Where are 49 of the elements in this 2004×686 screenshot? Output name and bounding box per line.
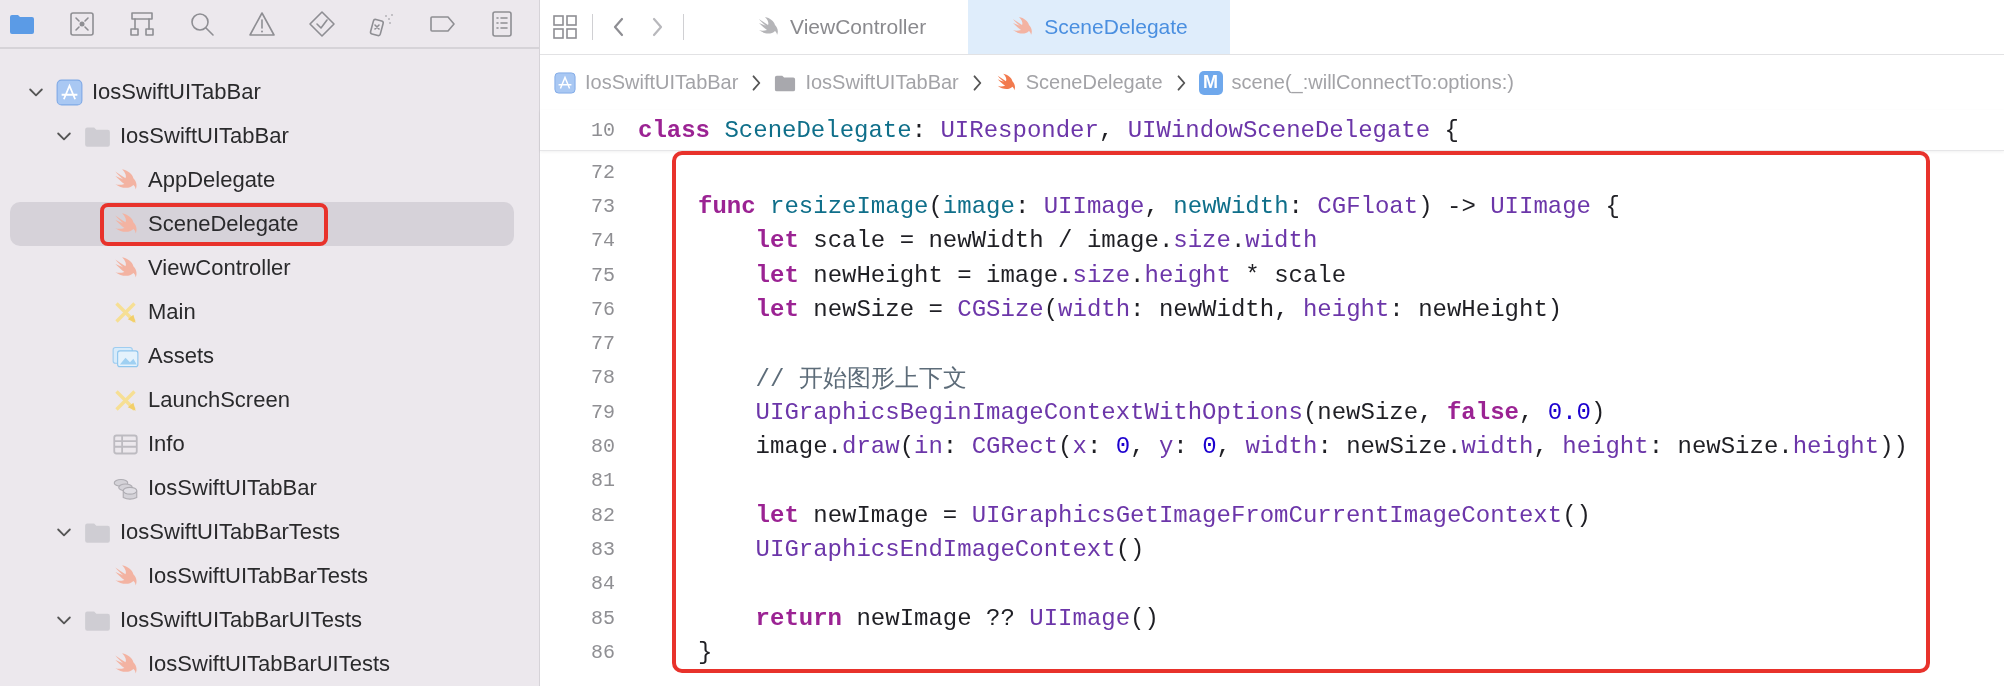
- code-line: func resizeImage(image: UIImage, newWidth: CGFloat) -> UIImage {: [698, 191, 1621, 222]
- line-number: 72: [590, 159, 615, 186]
- hierarchy-icon[interactable]: [128, 9, 156, 38]
- tree-item[interactable]: Main: [10, 290, 514, 334]
- code-line: UIGraphicsBeginImageContextWithOptions(newSize, false, 0.0): [754, 397, 1607, 428]
- line-number: 73: [590, 193, 615, 220]
- code-line: // 开始图形上下文: [754, 364, 968, 395]
- line-number: 74: [590, 228, 615, 255]
- line-number: 83: [590, 536, 615, 563]
- line-number: 75: [590, 262, 615, 289]
- tree-item[interactable]: IosSwiftUITabBarTests: [10, 554, 514, 598]
- tree-item[interactable]: Info: [10, 422, 514, 466]
- code-line: let newImage = UIGraphicsGetImageFromCurrentImageContext(): [754, 500, 1592, 531]
- line-number: 85: [590, 605, 615, 632]
- code-line: UIGraphicsEndImageContext(): [754, 534, 1146, 565]
- line-number: 86: [590, 639, 615, 666]
- tree-item[interactable]: IosSwiftUITabBar: [10, 466, 514, 510]
- line-number: 79: [590, 399, 615, 426]
- tree-item[interactable]: LaunchScreen: [10, 378, 514, 422]
- app-icon: [554, 71, 576, 94]
- code-line: image.draw(in: CGRect(x: 0, y: 0, width: newSize.width, height: newSize.height)): [754, 432, 1909, 462]
- line-number: 82: [590, 502, 615, 529]
- code-line: class SceneDelegate: UIResponder, UIWindowSceneDelegate {: [637, 115, 1459, 146]
- code-line: let newHeight = image.size.height * scale: [754, 260, 1348, 291]
- tree-item[interactable]: IosSwiftUITabBar: [10, 114, 514, 158]
- tree-item[interactable]: AppDelegate: [10, 158, 514, 202]
- diamond-check-icon[interactable]: [308, 9, 336, 38]
- tree-item[interactable]: ViewController: [10, 246, 514, 290]
- line-number: 76: [590, 296, 615, 323]
- grid-icon[interactable]: [552, 14, 578, 40]
- code-line: let newSize = CGSize(width: newWidth, height: newHeight): [754, 294, 1564, 325]
- tree-item[interactable]: IosSwiftUITabBarTests: [10, 510, 514, 554]
- app-icon: [56, 78, 83, 106]
- line-number: 81: [590, 468, 615, 495]
- box-x-icon[interactable]: [68, 9, 96, 38]
- line-number: 77: [590, 331, 615, 358]
- line-number: 80: [590, 434, 615, 460]
- tree-item[interactable]: IosSwiftUITabBarUITests: [10, 642, 514, 686]
- warning-icon[interactable]: [248, 9, 276, 38]
- tree-item[interactable]: IosSwiftUITabBarUITests: [10, 598, 514, 642]
- code-line: }: [698, 637, 714, 668]
- tree-item[interactable]: IosSwiftUITabBar: [10, 70, 514, 114]
- line-number: 78: [590, 365, 615, 392]
- line-number: 84: [590, 571, 615, 598]
- line-number: 10: [590, 117, 615, 144]
- tree-item[interactable]: SceneDelegate: [10, 202, 514, 246]
- code-line: return newImage ?? UIImage(): [754, 603, 1160, 634]
- code-line: let scale = newWidth / image.size.width: [754, 226, 1319, 257]
- tree-item[interactable]: Assets: [10, 334, 514, 378]
